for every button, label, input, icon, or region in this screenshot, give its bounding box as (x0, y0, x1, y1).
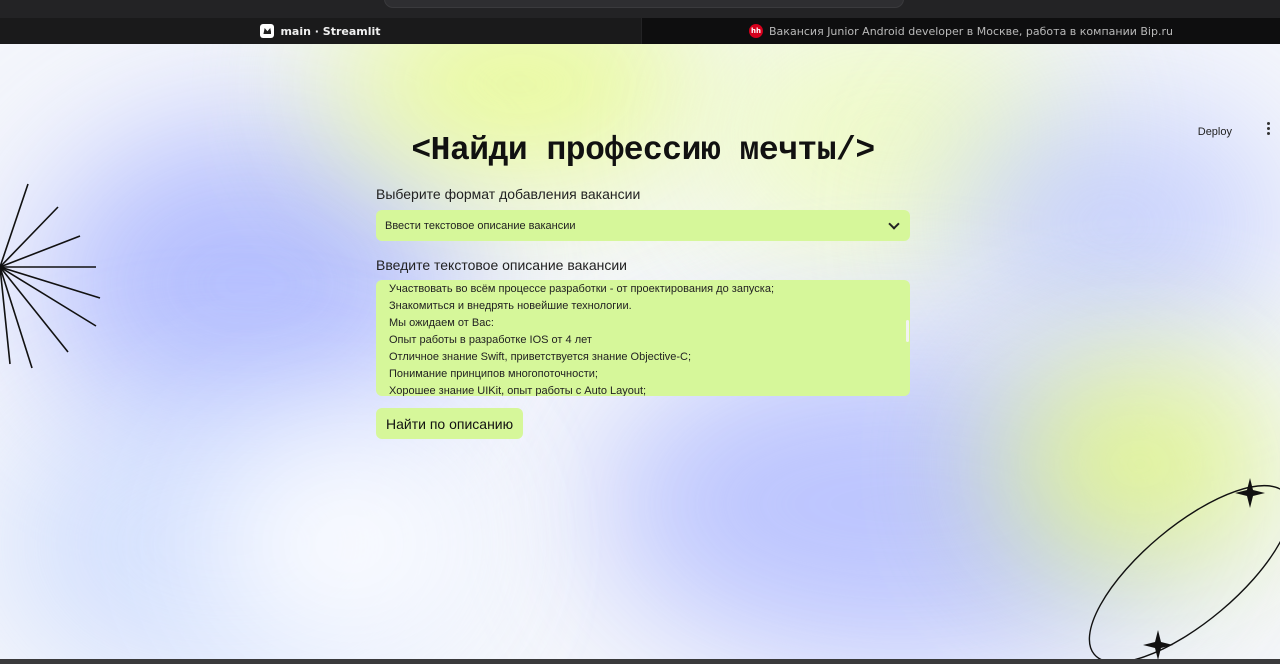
hh-logo-icon: hh (749, 24, 764, 38)
streamlit-crown-icon (260, 24, 275, 38)
description-label: Введите текстовое описание вакансии (376, 257, 627, 273)
tab-hh-vacancy[interactable]: hh Вакансия Junior Android developer в М… (642, 18, 1280, 44)
description-line: Опыт работы в разработке IOS от 4 лет (389, 334, 592, 346)
description-textarea[interactable]: Участвовать во всём процессе разработки … (376, 280, 910, 396)
chevron-down-icon (888, 217, 900, 230)
format-select-value: Ввести текстовое описание вакансии (385, 219, 576, 232)
description-text: Участвовать во всём процессе разработки … (389, 281, 897, 396)
kebab-menu-icon[interactable] (1264, 120, 1272, 136)
address-bar[interactable] (384, 0, 904, 8)
window-bottom-edge (0, 659, 1280, 664)
format-select-label: Выберите формат добавления вакансии (376, 186, 641, 202)
tab-streamlit[interactable]: main · Streamlit (0, 18, 641, 44)
starburst-decoration (0, 183, 101, 369)
description-line: Знакомиться и внедрять новейшие технолог… (389, 300, 632, 312)
tab-title: Вакансия Junior Android developer в Моск… (769, 24, 1173, 38)
description-line: Мы ожидаем от Вас: (389, 317, 494, 329)
description-line: Отличное знание Swift, приветствуется зн… (389, 351, 692, 363)
search-by-description-button[interactable]: Найти по описанию (376, 408, 524, 439)
page-title: <Найди профессию мечты/> (411, 132, 875, 169)
background-blob (950, 104, 1280, 344)
orbit-decoration (1088, 478, 1280, 659)
background-blob (200, 424, 500, 659)
browser-chrome: main · Streamlit hh Вакансия Junior Andr… (0, 0, 1280, 44)
format-select[interactable]: Ввести текстовое описание вакансии (376, 210, 910, 241)
sparkle-icon (1235, 478, 1265, 508)
deploy-button[interactable]: Deploy (1198, 126, 1232, 138)
description-line: Хорошее знание UIKit, опыт работы с Auto… (389, 385, 647, 396)
description-line: Понимание принципов многопоточности; (389, 368, 598, 380)
tab-title: main · Streamlit (280, 24, 381, 38)
description-line: Участвовать во всём процессе разработки … (389, 283, 774, 295)
textarea-scrollbar[interactable] (906, 320, 909, 342)
app-page: Deploy <Найди профессию мечты/> Выберите… (0, 44, 1280, 659)
sparkle-icon (1143, 630, 1173, 659)
